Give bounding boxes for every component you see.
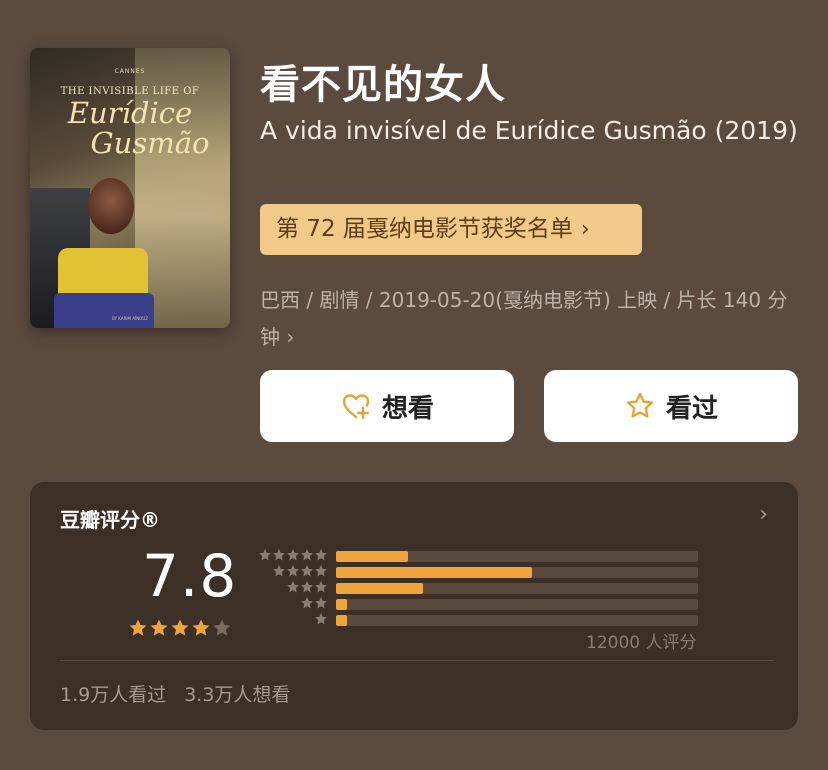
poster-title-line2: Gusmão (90, 126, 210, 160)
star-icon (301, 581, 313, 593)
rating-row-stars (286, 580, 328, 594)
rating-row-stars (300, 596, 328, 610)
watched-button[interactable]: 看过 (544, 370, 798, 442)
movie-title-original: A vida invisível de Eurídice Gusmão (201… (260, 116, 798, 145)
divider (60, 660, 774, 661)
star-icon (301, 597, 313, 609)
award-list-button[interactable]: 第 72 届戛纳电影节获奖名单 › (260, 204, 642, 255)
want-count[interactable]: 3.3万人想看 (184, 684, 290, 706)
award-list-label: 第 72 届戛纳电影节获奖名单 (276, 216, 573, 242)
star-icon (315, 565, 327, 577)
movie-title-cn: 看不见的女人 (260, 62, 506, 108)
rating-row-2-star (256, 596, 701, 612)
star-icon (315, 581, 327, 593)
rating-bar-fill (336, 551, 409, 562)
want-to-watch-button[interactable]: 想看 (260, 370, 514, 442)
seen-count[interactable]: 1.9万人看过 (60, 684, 166, 706)
rating-row-stars (314, 612, 328, 626)
star-icon (213, 619, 231, 636)
rating-bar-fill (336, 615, 347, 626)
rating-votes[interactable]: 12000 人评分 (586, 628, 696, 653)
star-icon (287, 581, 299, 593)
rating-row-stars (272, 564, 328, 578)
poster-figure-skirt (54, 293, 154, 328)
star-icon (129, 619, 147, 636)
star-icon (150, 619, 168, 636)
want-to-watch-label: 想看 (381, 393, 434, 424)
chevron-right-icon: › (286, 325, 295, 349)
rating-bar-track (336, 551, 698, 562)
chevron-right-icon: › (580, 217, 590, 242)
star-icon (301, 565, 313, 577)
chevron-right-icon: › (759, 502, 768, 527)
star-icon (171, 619, 189, 636)
rating-title: 豆瓣评分® (60, 508, 160, 532)
douban-rating-card[interactable]: 豆瓣评分® › 7.8 12000 人评分 1.9万人看过 3.3万人想看 (30, 482, 798, 730)
movie-meta-text: 巴西 / 剧情 / 2019-05-20(戛纳电影节) 上映 / 片长 140 … (260, 288, 788, 349)
movie-meta[interactable]: 巴西 / 剧情 / 2019-05-20(戛纳电影节) 上映 / 片长 140 … (260, 282, 800, 356)
rating-bar-fill (336, 583, 423, 594)
star-icon (315, 549, 327, 561)
rating-bar-track (336, 583, 698, 594)
rating-bar-track (336, 599, 698, 610)
rating-footer: 1.9万人看过 3.3万人想看 (60, 680, 290, 707)
poster-title-big: Eurídice Gusmão (30, 98, 230, 158)
rating-bar-track (336, 615, 698, 626)
poster-festival-laurel: CANNES (114, 68, 146, 75)
star-icon (192, 619, 210, 636)
star-outline-icon (626, 392, 653, 418)
rating-row-5-star (256, 548, 701, 564)
rating-row-3-star (256, 580, 701, 596)
rating-distribution (256, 548, 701, 628)
star-icon (273, 549, 285, 561)
star-icon (315, 613, 327, 625)
poster-figure-top (58, 248, 148, 298)
rating-bar-fill (336, 567, 532, 578)
rating-stars (128, 618, 232, 638)
watched-label: 看过 (665, 393, 718, 424)
poster-credits: BY KARIM AÏNOUZ (112, 316, 148, 321)
poster-title-line1: Eurídice (67, 96, 193, 130)
star-icon (259, 549, 271, 561)
star-icon (287, 565, 299, 577)
movie-poster[interactable]: CANNES THE INVISIBLE LIFE OF Eurídice Gu… (30, 48, 230, 328)
poster-figure-head (88, 178, 134, 234)
heart-plus-icon (342, 394, 370, 420)
rating-row-4-star (256, 564, 701, 580)
star-icon (287, 549, 299, 561)
star-icon (301, 549, 313, 561)
rating-bar-track (336, 567, 698, 578)
rating-row-1-star (256, 612, 701, 628)
rating-row-stars (258, 548, 328, 562)
rating-bar-fill (336, 599, 347, 610)
rating-score: 7.8 (142, 542, 238, 610)
star-icon (315, 597, 327, 609)
star-icon (273, 565, 285, 577)
